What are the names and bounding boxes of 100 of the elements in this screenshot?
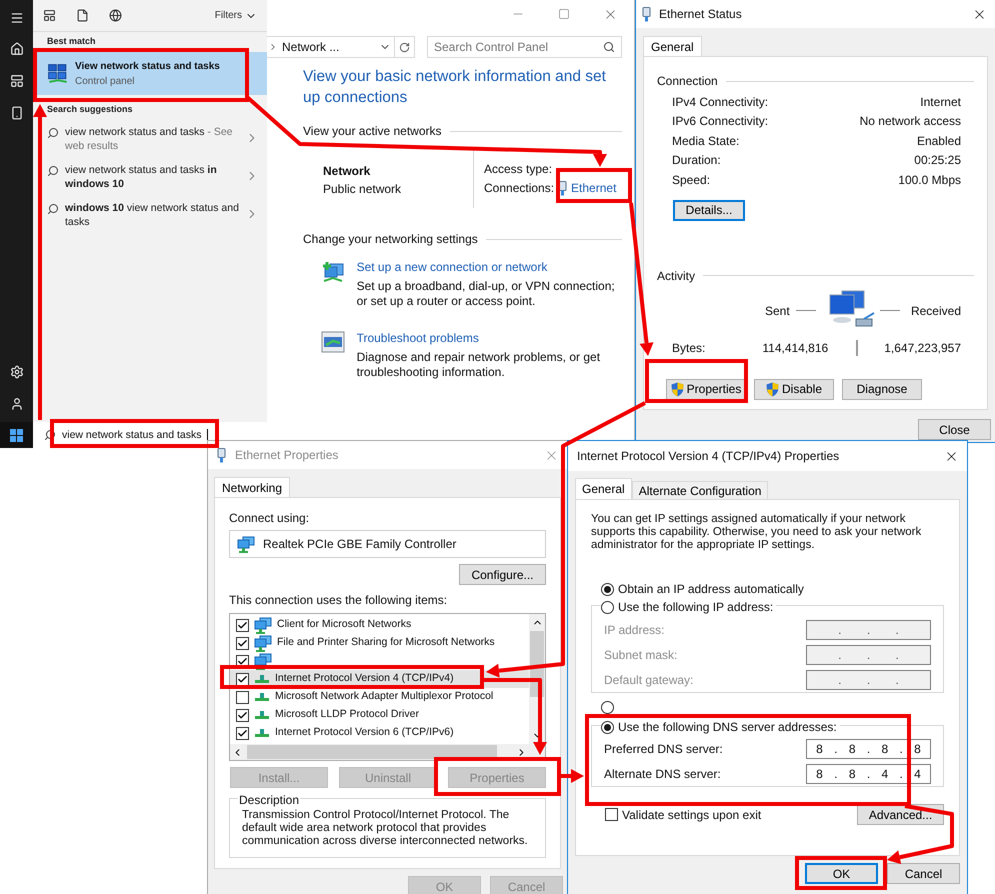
check-icon bbox=[237, 620, 248, 630]
network-name: Network bbox=[323, 163, 372, 180]
protocol-icon bbox=[254, 692, 270, 702]
dialog-button[interactable]: Disable bbox=[754, 378, 834, 400]
section-heading: Activity bbox=[657, 268, 696, 284]
windows-logo-icon[interactable] bbox=[10, 428, 23, 442]
field-label: Access type: bbox=[484, 161, 552, 178]
close-button[interactable]: Close bbox=[918, 419, 991, 440]
radio-button[interactable] bbox=[601, 600, 614, 614]
checkbox[interactable] bbox=[236, 672, 249, 686]
list-item[interactable]: Internet Protocol Version 6 (TCP/IPv6) bbox=[230, 724, 529, 742]
list-item[interactable]: Microsoft Network Adapter Multiplexor Protocol bbox=[230, 688, 529, 706]
field-label: IPv4 Connectivity: bbox=[672, 94, 768, 111]
list-item[interactable]: Microsoft LLDP Protocol Driver bbox=[230, 706, 529, 724]
section-heading: Connection bbox=[657, 73, 718, 90]
checkbox[interactable] bbox=[236, 636, 249, 650]
radio-button[interactable] bbox=[601, 720, 614, 734]
tab[interactable]: Networking bbox=[214, 477, 290, 497]
field-value: 00:25:25 bbox=[914, 152, 961, 170]
suggestion-text: windows 10 view network status and tasks bbox=[65, 200, 239, 228]
horizontal-scrollbar[interactable] bbox=[230, 744, 545, 760]
field-value: Internet bbox=[920, 94, 961, 111]
filters-button[interactable]: Filters bbox=[214, 8, 257, 23]
bytes-sent: 114,414,816 bbox=[762, 340, 828, 356]
checkbox[interactable] bbox=[236, 708, 249, 722]
adapter-field: Realtek PCIe GBE Family Controller bbox=[229, 530, 546, 558]
globe-icon[interactable] bbox=[109, 9, 122, 22]
search-suggestion[interactable]: view network status and tasks in windows 10 bbox=[33, 160, 267, 192]
page-heading: View your basic network information and set up connections bbox=[303, 67, 607, 108]
document-icon[interactable] bbox=[76, 9, 89, 22]
field-label: Media State: bbox=[672, 132, 740, 150]
section-heading: Search suggestions bbox=[47, 103, 134, 116]
details-button[interactable]: Details... bbox=[673, 200, 745, 220]
window-title: Internet Protocol Version 4 (TCP/IPv4) Properties bbox=[577, 448, 840, 465]
cable-plug-icon bbox=[642, 6, 651, 22]
search-query: view network status and tasks bbox=[62, 429, 202, 441]
checkbox[interactable] bbox=[605, 808, 618, 821]
radio-label: Use the following IP address: bbox=[618, 599, 774, 616]
user-icon[interactable] bbox=[10, 397, 24, 411]
search-suggestion[interactable]: view network status and tasks - See web results bbox=[33, 122, 267, 154]
description-text: Transmission Control Protocol/Internet Protocol. The default wide area network protocol that provides communication across diverse interconnected networks. bbox=[242, 809, 529, 848]
network-computers-icon bbox=[47, 62, 69, 84]
tab[interactable]: General bbox=[643, 36, 702, 56]
check-icon bbox=[237, 710, 248, 720]
field-value: Enabled bbox=[916, 132, 961, 150]
suggestion-text: view network status and tasks - See web results bbox=[65, 124, 234, 152]
client-icon bbox=[254, 634, 272, 652]
field-value: 100.0 Mbps bbox=[898, 172, 961, 189]
search-icon bbox=[603, 41, 615, 53]
tablet-icon[interactable] bbox=[10, 74, 24, 88]
refresh-button[interactable] bbox=[395, 36, 415, 58]
maximize-icon[interactable] bbox=[558, 8, 570, 20]
tab[interactable]: General bbox=[575, 478, 632, 499]
suggestion-text: view network status and tasks in windows 10 bbox=[65, 162, 218, 190]
radio-button[interactable] bbox=[601, 701, 614, 714]
field-label: Preferred DNS server: bbox=[604, 740, 723, 758]
checkbox[interactable] bbox=[236, 618, 249, 632]
checkbox[interactable] bbox=[236, 726, 249, 740]
task-description: Set up a broadband, dial-up, or VPN connection; or set up a router or access point. bbox=[356, 279, 616, 309]
task-link[interactable]: Troubleshoot problems bbox=[356, 329, 622, 347]
dialog-button[interactable]: Properties bbox=[666, 378, 746, 400]
protocol-icon bbox=[254, 710, 270, 720]
list-item[interactable]: Client for Microsoft Networks bbox=[230, 616, 529, 634]
search-icon bbox=[44, 429, 56, 441]
phone-icon[interactable] bbox=[10, 106, 24, 120]
check-icon bbox=[237, 638, 248, 648]
field-label: Connect using: bbox=[229, 510, 310, 527]
ip-address-field[interactable]: 8 . 8 . 8 . 8 bbox=[806, 738, 931, 758]
annotation-arrow bbox=[561, 769, 584, 783]
received-label: Received bbox=[910, 302, 961, 320]
search-icon bbox=[47, 202, 59, 214]
dialog-button[interactable]: Diagnose bbox=[842, 378, 922, 400]
home-icon[interactable] bbox=[10, 42, 24, 56]
radio-button[interactable] bbox=[601, 582, 614, 596]
best-match-title: View network status and tasks bbox=[75, 60, 220, 74]
field-label: Default gateway: bbox=[604, 672, 694, 689]
search-suggestion[interactable]: windows 10 view network status and tasks bbox=[33, 198, 267, 230]
breadcrumb: Network ... bbox=[282, 39, 340, 56]
dialog-button[interactable]: OK bbox=[805, 863, 878, 884]
tab[interactable]: Alternate Configuration bbox=[632, 481, 768, 499]
checkbox[interactable] bbox=[236, 690, 249, 704]
field-label: Bytes: bbox=[672, 340, 706, 356]
field-value: No network access bbox=[860, 113, 961, 130]
window-title: Ethernet Properties bbox=[235, 447, 338, 464]
check-icon bbox=[237, 728, 248, 738]
search-field[interactable]: Search Control Panel bbox=[427, 36, 622, 58]
menu-icon[interactable] bbox=[10, 11, 24, 25]
check-icon bbox=[237, 656, 248, 666]
apps-icon[interactable] bbox=[43, 9, 56, 22]
ip-address-field[interactable]: 8 . 8 . 4 . 4 bbox=[806, 764, 931, 784]
section-heading: Change your networking settings bbox=[303, 231, 478, 248]
settings-icon[interactable] bbox=[10, 365, 24, 379]
field-label: IPv6 Connectivity: bbox=[672, 113, 768, 130]
field-label: Connections: bbox=[484, 180, 554, 197]
ethernet-link[interactable]: Ethernet bbox=[571, 179, 616, 198]
configure-button[interactable]: Configure... bbox=[459, 564, 546, 585]
task-link[interactable]: Set up a new connection or network bbox=[356, 258, 622, 276]
list-item[interactable]: File and Printer Sharing for Microsoft Networks bbox=[230, 634, 529, 652]
network-setup-icon bbox=[321, 260, 345, 284]
dialog-button[interactable]: Cancel bbox=[887, 863, 960, 884]
